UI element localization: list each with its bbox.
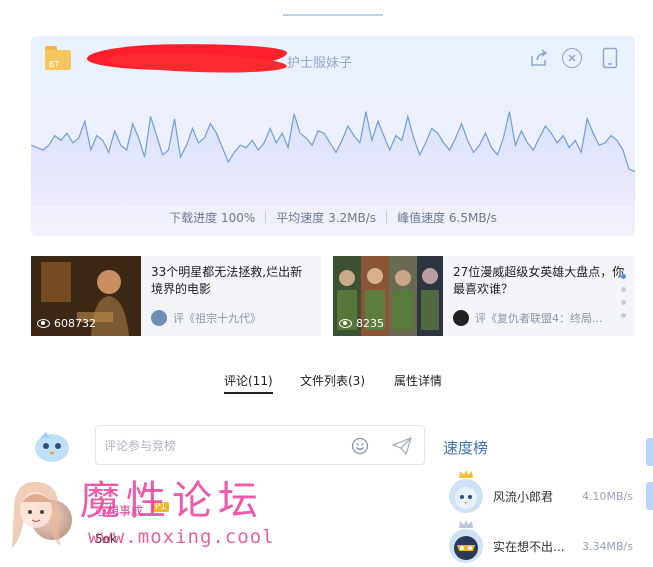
- recommendation-card[interactable]: 8235 27位漫威超级女英雄大盘点，你最喜欢谁？ 评《复仇者联盟4：终局...: [333, 256, 635, 336]
- stat-divider: [265, 211, 267, 223]
- emoji-icon[interactable]: [351, 437, 369, 459]
- recommendation-card[interactable]: 608732 33个明星都无法拯救,烂出新境界的电影 评《祖宗十九代》: [31, 256, 321, 336]
- rank-speed: 4.10MB/s: [582, 489, 633, 503]
- recommendation-title[interactable]: 27位漫威超级女英雄大盘点，你最喜欢谁？: [453, 264, 627, 298]
- rank-user-name: 实在想不出...: [493, 539, 565, 554]
- eye-icon: [37, 319, 50, 328]
- bt-file-icon: BT: [45, 46, 71, 70]
- download-stats: 下载进度 100% 平均速度 3.2MB/s 峰值速度 6.5MB/s: [31, 207, 635, 227]
- recommendation-meta: 评《祖宗十九代》: [151, 310, 261, 326]
- comment-box: [95, 425, 425, 465]
- video-thumbnail[interactable]: 8235: [333, 256, 443, 336]
- video-thumbnail[interactable]: 608732: [31, 256, 141, 336]
- download-speed-card: BT 护士服妹子 下载进度 100% 平均速度 3.2MB/s 峰值速度 6.5…: [31, 36, 635, 236]
- eye-icon: [339, 319, 352, 328]
- speed-rank-row[interactable]: 实在想不出... 3.34MB/s: [443, 520, 633, 566]
- speed-graph-area: [31, 111, 635, 206]
- stat-divider: [386, 211, 388, 223]
- carousel-dot[interactable]: [621, 287, 626, 292]
- avatar: [151, 310, 167, 326]
- file-title[interactable]: 护士服妹子: [287, 52, 352, 71]
- comment-input[interactable]: [104, 436, 334, 456]
- side-tab[interactable]: [646, 438, 653, 466]
- detail-tabs: 评论(11) 文件列表(3) 属性详情: [0, 370, 653, 396]
- avatar: [449, 470, 483, 513]
- side-tab[interactable]: [646, 482, 653, 510]
- peak-speed-label: 峰值速度 6.5MB/s: [397, 210, 497, 225]
- level-badge: P1: [152, 502, 170, 512]
- average-speed-label: 平均速度 3.2MB/s: [276, 210, 377, 225]
- recommendation-meta: 评《复仇者联盟4：终局...: [453, 310, 603, 326]
- view-count: 8235: [339, 317, 384, 330]
- recommendation-title[interactable]: 33个明星都无法拯救,烂出新境界的电影: [151, 264, 313, 298]
- tab-properties[interactable]: 属性详情: [394, 372, 442, 389]
- crown-icon: [459, 520, 473, 528]
- close-icon[interactable]: [562, 48, 582, 68]
- speed-graph: [31, 111, 635, 206]
- crown-icon: [459, 470, 473, 478]
- speed-rank-row[interactable]: 风流小郎君 4.10MB/s: [443, 470, 633, 516]
- send-icon[interactable]: [391, 436, 413, 459]
- comment-text: 5ok: [95, 532, 117, 546]
- comment-user-name[interactable]: 心想事成: [95, 502, 143, 519]
- carousel-dot[interactable]: [621, 300, 626, 305]
- file-type-badge: BT: [49, 60, 60, 69]
- avatar[interactable]: [32, 500, 72, 540]
- share-icon[interactable]: [528, 47, 550, 69]
- carousel-dot[interactable]: [621, 274, 626, 279]
- speed-rank-title: 速度榜: [443, 439, 489, 457]
- rank-user-name: 风流小郎君: [493, 489, 554, 504]
- download-progress-label: 下载进度 100%: [169, 210, 256, 225]
- bird-avatar-icon: [32, 428, 72, 464]
- rank-speed: 3.34MB/s: [582, 539, 633, 553]
- phone-icon[interactable]: [599, 47, 621, 69]
- avatar: [453, 310, 469, 326]
- top-divider: [283, 14, 383, 16]
- avatar: [449, 520, 483, 563]
- tab-comments[interactable]: 评论(11): [224, 372, 273, 394]
- view-count: 608732: [37, 317, 96, 330]
- carousel-pager: [621, 274, 629, 326]
- tab-file-list[interactable]: 文件列表(3): [300, 372, 365, 389]
- carousel-dot[interactable]: [621, 313, 626, 318]
